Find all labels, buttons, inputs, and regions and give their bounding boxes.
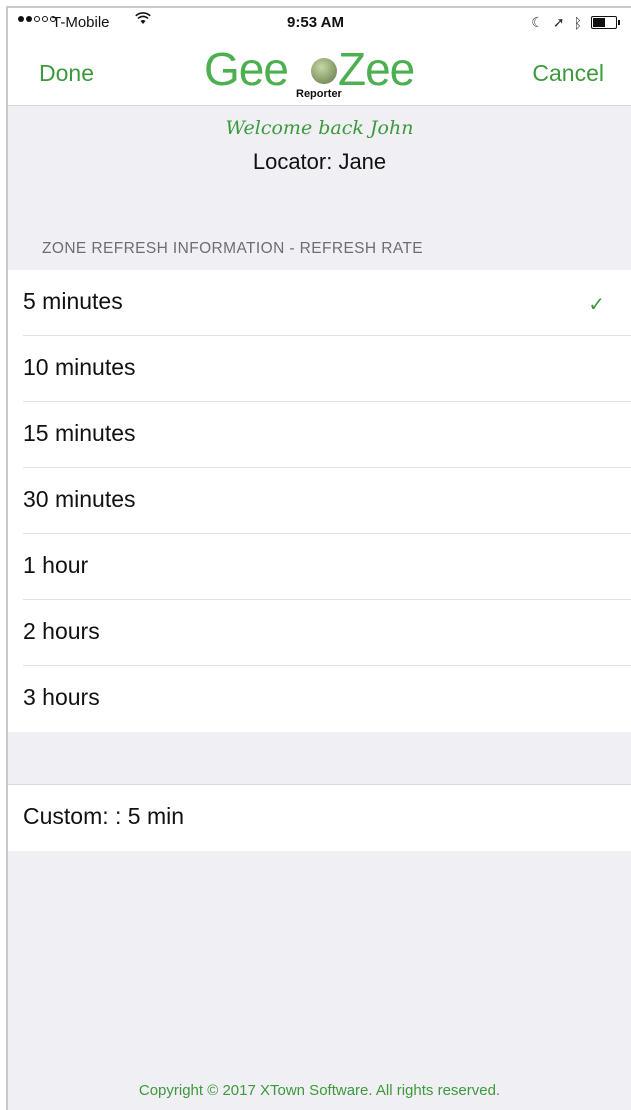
logo-text-right: Zee <box>338 43 415 95</box>
option-label: 15 minutes <box>23 420 136 446</box>
done-button[interactable]: Done <box>39 60 94 87</box>
refresh-option-1-hour[interactable]: 1 hour <box>8 534 631 600</box>
top-bar: T-Mobile 9:53 AM ☾ ➚ ᛒ Done Gee Zee Repo… <box>8 8 631 106</box>
option-label: 3 hours <box>23 684 100 710</box>
status-bar: T-Mobile 9:53 AM ☾ ➚ ᛒ <box>8 8 631 38</box>
locator-label: Locator: Jane <box>252 149 387 174</box>
option-label: 30 minutes <box>23 486 136 512</box>
refresh-option-10-minutes[interactable]: 10 minutes <box>8 336 631 402</box>
custom-refresh-label: Custom: : 5 min <box>23 803 185 829</box>
cancel-button[interactable]: Cancel <box>532 60 604 87</box>
section-header: ZONE REFRESH INFORMATION - REFRESH RATE <box>42 240 424 257</box>
checkmark-icon: ✓ <box>588 294 605 316</box>
battery-icon <box>591 16 620 29</box>
option-label: 5 minutes <box>23 288 123 314</box>
refresh-option-5-minutes[interactable]: 5 minutes ✓ <box>8 270 631 336</box>
refresh-rate-list: 5 minutes ✓ 10 minutes 15 minutes 30 min… <box>8 270 631 732</box>
moon-icon: ☾ <box>531 14 544 30</box>
geezee-logo: Gee Zee Reporter <box>204 42 444 102</box>
logo-subtitle: Reporter <box>296 88 342 100</box>
globe-icon <box>311 58 337 84</box>
logo-text-left: Gee <box>204 43 289 95</box>
bluetooth-icon: ᛒ <box>573 14 582 31</box>
location-arrow-icon: ➚ <box>552 14 565 30</box>
option-label: 10 minutes <box>23 354 136 380</box>
option-label: 1 hour <box>23 552 89 578</box>
app-screen: T-Mobile 9:53 AM ☾ ➚ ᛒ Done Gee Zee Repo… <box>6 6 631 1110</box>
status-right-icons: ☾ ➚ ᛒ <box>531 14 620 31</box>
refresh-option-30-minutes[interactable]: 30 minutes <box>8 468 631 534</box>
refresh-option-3-hours[interactable]: 3 hours <box>8 666 631 732</box>
refresh-option-15-minutes[interactable]: 15 minutes <box>8 402 631 468</box>
option-label: 2 hours <box>23 618 100 644</box>
refresh-option-2-hours[interactable]: 2 hours <box>8 600 631 666</box>
welcome-message: Welcome back John <box>225 117 414 139</box>
custom-refresh-row[interactable]: Custom: : 5 min <box>8 784 631 851</box>
copyright-footer: Copyright © 2017 XTown Software. All rig… <box>138 1082 501 1099</box>
